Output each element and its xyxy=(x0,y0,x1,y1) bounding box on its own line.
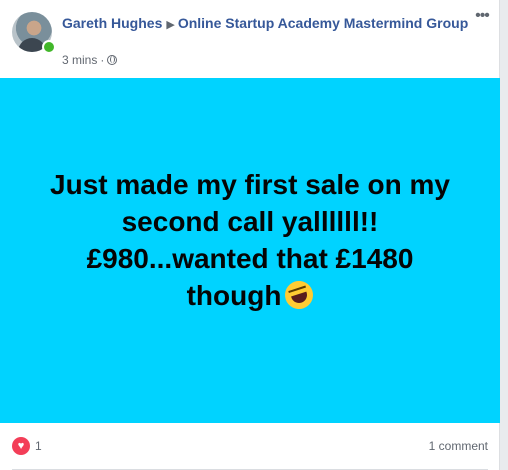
group-name[interactable]: Online Startup Academy Mastermind Group xyxy=(178,15,468,31)
post-meta: 3 mins · xyxy=(62,53,118,67)
post-text-line: £980...wanted that £1480 xyxy=(86,242,414,274)
author-name[interactable]: Gareth Hughes xyxy=(62,15,162,31)
meta-separator: · xyxy=(100,53,105,67)
post-text-line: Just made my first sale on my xyxy=(50,168,450,200)
post-title-line: Gareth Hughes ▶ Online Startup Academy Mas… xyxy=(62,13,482,35)
online-status-dot xyxy=(42,40,56,54)
post-timestamp[interactable]: 3 mins xyxy=(62,53,97,67)
post-footer: ♥ 1 1 comment xyxy=(0,423,500,470)
reaction-count: 1 xyxy=(35,439,42,453)
arrow-right-icon: ▶ xyxy=(166,19,175,31)
post-text-line: though xyxy=(186,279,282,311)
love-icon: ♥ xyxy=(12,437,30,455)
reaction-summary[interactable]: ♥ 1 xyxy=(12,437,42,455)
laughing-emoji-icon xyxy=(281,276,318,313)
post-text: Just made my first sale on my second cal… xyxy=(25,166,475,314)
post-text-line-last: though xyxy=(25,276,475,314)
more-options-icon[interactable]: ••• xyxy=(470,8,494,24)
post-background: Just made my first sale on my second cal… xyxy=(0,78,500,423)
post-card: Gareth Hughes ▶ Online Startup Academy Mas… xyxy=(0,0,500,470)
globe-icon xyxy=(107,55,118,65)
post-header: Gareth Hughes ▶ Online Startup Academy Mas… xyxy=(0,0,500,78)
post-text-line: second call yallllll!! xyxy=(121,205,379,237)
comment-count-link[interactable]: 1 comment xyxy=(429,439,488,453)
